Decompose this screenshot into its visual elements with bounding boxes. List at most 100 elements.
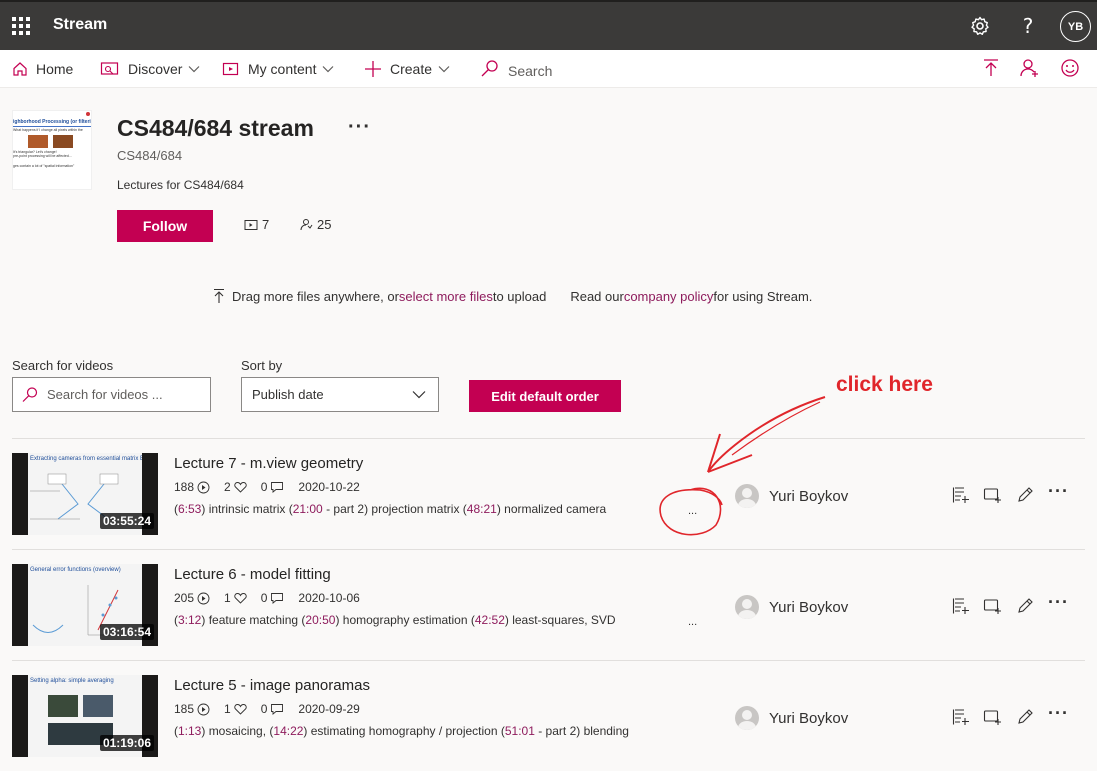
comment-icon	[271, 704, 284, 715]
video-thumbnail[interactable]: Extracting cameras from essential matrix…	[12, 453, 158, 535]
video-more-button[interactable]: ···	[1048, 481, 1069, 502]
nav-discover-label: Discover	[128, 61, 183, 77]
nav-bar: Home Discover My content Create Search	[0, 50, 1097, 88]
video-thumbnail[interactable]: General error functions (overview) 03:16…	[12, 564, 158, 646]
gear-icon[interactable]	[968, 14, 992, 38]
video-more-button[interactable]: ···	[1048, 703, 1069, 724]
timestamp-link[interactable]: 42:52	[475, 613, 505, 627]
thumb-line: ges contain a lot of "spatial informatio…	[13, 164, 75, 168]
video-description: (1:13) mosaicing, (14:22) estimating hom…	[174, 724, 629, 738]
edit-default-order-button[interactable]: Edit default order	[469, 380, 621, 412]
home-icon	[13, 62, 27, 76]
timestamp-link[interactable]: 48:21	[467, 502, 497, 516]
comment-count: 0	[260, 480, 268, 494]
add-to-playlist-icon[interactable]	[983, 708, 1001, 726]
select-files-link[interactable]: select more files	[399, 289, 493, 304]
video-duration: 03:16:54	[99, 624, 154, 640]
owner-avatar	[735, 706, 759, 730]
nav-my-content[interactable]: My content	[222, 50, 334, 88]
video-search-box[interactable]	[12, 377, 211, 412]
follower-count: 25	[299, 217, 331, 232]
help-icon[interactable]: ?	[1016, 14, 1040, 38]
video-row[interactable]: General error functions (overview) 03:16…	[12, 549, 1085, 660]
video-duration: 01:19:06	[99, 735, 154, 751]
nav-home[interactable]: Home	[12, 50, 73, 88]
smiley-icon[interactable]	[1059, 57, 1081, 79]
chevron-down-icon	[323, 66, 334, 73]
video-row[interactable]: Extracting cameras from essential matrix…	[12, 438, 1085, 549]
nav-create[interactable]: Create	[364, 50, 450, 88]
video-meta: 185 1 0 2020-09-29	[174, 702, 360, 716]
sort-dropdown[interactable]: Publish date	[241, 377, 439, 412]
channel-thumbnail: ighborhood Processing (or filtering) Wha…	[12, 110, 92, 190]
like-count: 1	[224, 591, 231, 605]
video-title[interactable]: Lecture 6 - model fitting	[174, 566, 331, 583]
edit-icon[interactable]	[1016, 486, 1034, 504]
add-to-group-icon[interactable]	[952, 708, 970, 726]
timestamp-link[interactable]: 51:01	[505, 724, 535, 738]
timestamp-link[interactable]: 1:13	[178, 724, 201, 738]
follower-count-value: 25	[317, 217, 332, 232]
user-avatar[interactable]: YB	[1060, 11, 1091, 42]
video-owner[interactable]: Yuri Boykov	[735, 484, 848, 508]
search-icon	[22, 386, 38, 402]
search-icon	[481, 60, 498, 77]
top-bar: Stream ? YB	[0, 0, 1097, 50]
timestamp-link[interactable]: 20:50	[305, 613, 335, 627]
video-more-button[interactable]: ···	[1048, 592, 1069, 613]
timestamp-link[interactable]: 6:53	[178, 502, 201, 516]
publish-date: 2020-10-22	[298, 480, 360, 494]
video-title[interactable]: Lecture 7 - m.view geometry	[174, 455, 363, 472]
video-count: 7	[244, 217, 269, 232]
app-launcher-icon[interactable]	[12, 17, 30, 35]
annotation-text: click here	[836, 373, 933, 396]
channel-more-button[interactable]: ···	[348, 116, 371, 139]
description-expand-button[interactable]: ...	[688, 616, 697, 628]
owner-avatar	[735, 595, 759, 619]
video-row[interactable]: Setting alpha: simple averaging 01:19:06…	[12, 660, 1085, 771]
add-to-group-icon[interactable]	[952, 486, 970, 504]
view-count: 185	[174, 702, 195, 716]
video-title[interactable]: Lecture 5 - image panoramas	[174, 677, 370, 694]
slide-title: Setting alpha: simple averaging	[30, 678, 114, 684]
app-name[interactable]: Stream	[53, 16, 107, 34]
video-duration: 03:55:24	[99, 513, 154, 529]
add-to-group-icon[interactable]	[952, 597, 970, 615]
like-count: 1	[224, 702, 231, 716]
thumb-heading: ighborhood Processing (or filtering)	[13, 119, 92, 125]
timestamp-link[interactable]: 3:12	[178, 613, 201, 627]
video-icon	[244, 219, 258, 230]
add-to-playlist-icon[interactable]	[983, 597, 1001, 615]
nav-home-label: Home	[36, 61, 74, 77]
chevron-down-icon	[412, 391, 426, 399]
follow-button[interactable]: Follow	[117, 210, 213, 242]
edit-icon[interactable]	[1016, 597, 1034, 615]
description-expand-button[interactable]: ...	[688, 505, 697, 517]
video-owner[interactable]: Yuri Boykov	[735, 706, 848, 730]
nav-search-label: Search	[508, 63, 553, 79]
video-owner[interactable]: Yuri Boykov	[735, 595, 848, 619]
add-person-icon[interactable]	[1019, 57, 1041, 79]
description-text: ) feature matching (	[201, 613, 306, 627]
nav-discover[interactable]: Discover	[100, 50, 200, 88]
channel-description: Lectures for CS484/684	[117, 178, 244, 192]
comment-icon	[271, 593, 284, 604]
description-text: ) mosaicing, (	[201, 724, 274, 738]
video-thumbnail[interactable]: Setting alpha: simple averaging 01:19:06	[12, 675, 158, 757]
video-search-input[interactable]	[47, 387, 197, 402]
sort-label: Sort by	[241, 358, 283, 373]
policy-text: for using Stream.	[713, 288, 813, 304]
add-to-playlist-icon[interactable]	[983, 486, 1001, 504]
followers-icon	[300, 219, 313, 231]
description-text: - part 2) projection matrix (	[322, 502, 467, 516]
nav-create-label: Create	[390, 61, 433, 77]
svg-text:?: ?	[1023, 14, 1034, 38]
thumb-line: What happens if I change all pixels with…	[13, 128, 83, 132]
discover-icon	[100, 62, 119, 75]
timestamp-link[interactable]: 21:00	[293, 502, 323, 516]
nav-search[interactable]: Search	[480, 50, 552, 88]
timestamp-link[interactable]: 14:22	[273, 724, 303, 738]
upload-icon[interactable]	[980, 57, 1002, 79]
edit-icon[interactable]	[1016, 708, 1034, 726]
company-policy-link[interactable]: company policy	[624, 289, 714, 304]
